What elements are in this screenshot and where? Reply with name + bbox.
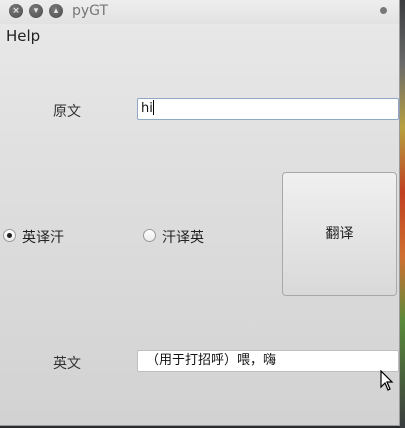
source-label: 原文 <box>53 104 81 120</box>
result-output[interactable]: （用于打招呼）喂，嗨 <box>137 350 399 372</box>
maximize-icon[interactable]: ▴ <box>49 4 63 18</box>
close-icon[interactable]: × <box>9 4 23 18</box>
window-menu-dot-icon[interactable] <box>380 7 387 14</box>
radio-en-to-zh-label[interactable]: 英译汗 <box>22 227 64 247</box>
result-label: 英文 <box>53 356 81 372</box>
menu-help[interactable]: Help <box>6 27 40 45</box>
source-input-value: hi <box>141 101 153 116</box>
radio-selected-dot <box>7 233 12 238</box>
minimize-icon[interactable]: ▾ <box>29 4 43 18</box>
desktop-background-strip <box>400 0 405 428</box>
mouse-pointer-icon <box>380 370 394 391</box>
source-input[interactable]: hi <box>137 98 399 120</box>
radio-zh-to-en-label[interactable]: 汗译英 <box>162 227 204 247</box>
window-title: pyGT <box>72 3 109 19</box>
radio-zh-to-en[interactable] <box>143 229 156 242</box>
text-caret <box>152 100 154 115</box>
translate-button[interactable]: 翻译 <box>282 172 397 296</box>
app-window: × ▾ ▴ pyGT Help 原文 hi 英译汗 汗译英 翻译 英文 （用于打… <box>0 0 400 426</box>
title-bar[interactable]: × ▾ ▴ pyGT <box>0 0 399 24</box>
radio-en-to-zh[interactable] <box>3 229 16 242</box>
